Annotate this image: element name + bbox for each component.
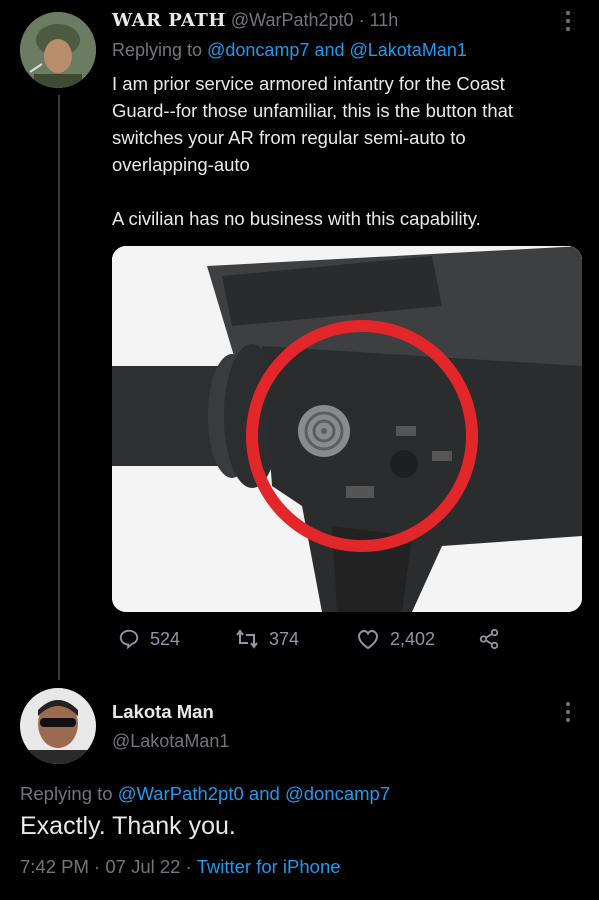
mention-link[interactable]: @doncamp7 — [207, 40, 309, 60]
display-name[interactable]: WAR PATH — [112, 10, 226, 31]
date[interactable]: 07 Jul 22 — [105, 856, 180, 877]
more-icon[interactable] — [564, 701, 572, 724]
tweet-media-image[interactable] — [112, 246, 582, 612]
tweet-header: WAR PATH @WarPath2pt0 · 11h — [112, 10, 398, 31]
share-button[interactable] — [478, 628, 500, 650]
avatar-man-sunglasses-image — [20, 688, 96, 764]
tweet-body: Exactly. Thank you. — [20, 812, 236, 840]
tweet-meta: 7:42 PM · 07 Jul 22 · Twitter for iPhone — [20, 856, 341, 877]
reply-button[interactable]: 524 — [118, 628, 180, 650]
mention-link[interactable]: @doncamp7 — [285, 783, 390, 804]
like-count: 2,402 — [390, 628, 436, 649]
avatar[interactable] — [20, 688, 96, 764]
avatar[interactable] — [20, 12, 96, 88]
reply-icon — [119, 629, 139, 650]
avatar-soldier-image — [20, 12, 96, 88]
handle[interactable]: @LakotaMan1 — [112, 731, 229, 752]
thread-line — [58, 95, 60, 680]
timestamp[interactable]: 11h — [370, 10, 399, 30]
replying-to: Replying to @doncamp7 and @LakotaMan1 — [112, 40, 467, 60]
separator: · — [358, 10, 365, 30]
mention-link[interactable]: @WarPath2pt0 — [118, 783, 244, 804]
display-name[interactable]: Lakota Man — [112, 701, 214, 723]
rifle-receiver-image — [112, 246, 582, 612]
more-icon[interactable] — [564, 10, 572, 33]
replying-to: Replying to @WarPath2pt0 and @doncamp7 — [20, 783, 391, 804]
mention-link[interactable]: @LakotaMan1 — [350, 40, 467, 60]
reply-count: 524 — [150, 628, 181, 649]
tweet-body: I am prior service armored infantry for … — [112, 73, 514, 229]
like-button[interactable]: 2,402 — [356, 628, 435, 650]
share-icon — [479, 628, 499, 650]
source-link[interactable]: Twitter for iPhone — [197, 856, 341, 877]
retweet-count: 374 — [269, 628, 300, 649]
like-icon — [357, 629, 379, 650]
retweet-icon — [236, 629, 258, 649]
handle[interactable]: @WarPath2pt0 — [231, 10, 354, 30]
timestamp[interactable]: 7:42 PM — [20, 856, 89, 877]
retweet-button[interactable]: 374 — [235, 628, 299, 650]
